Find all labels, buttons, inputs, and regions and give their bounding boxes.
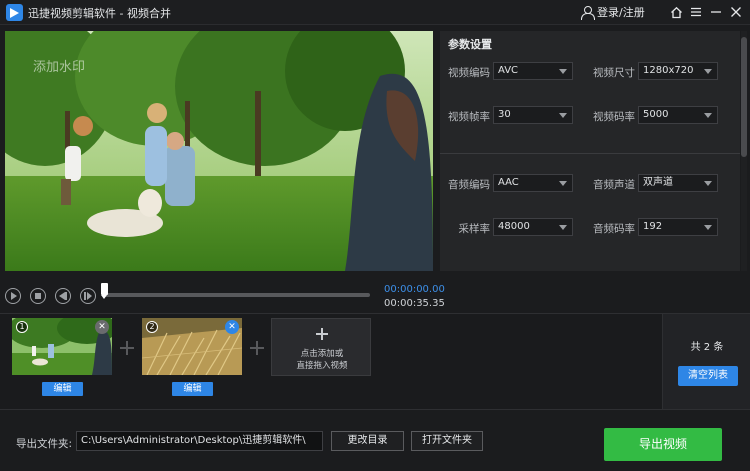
user-icon [581, 5, 595, 20]
list-panel: 共 2 条 清空列表 [662, 314, 750, 409]
video-size-label: 视频尺寸 [593, 67, 635, 79]
timeline-handle[interactable] [101, 283, 108, 299]
play-icon [11, 292, 17, 300]
video-preview[interactable]: 添加水印 [5, 31, 433, 271]
login-label: 登录/注册 [597, 6, 645, 19]
params-scrollbar[interactable] [741, 31, 747, 271]
frame-rate-value: 30 [498, 109, 511, 120]
menu-icon[interactable] [687, 3, 705, 21]
window-title: 迅捷视频剪辑软件 - 视频合并 [28, 7, 171, 20]
audio-channel-value: 双声道 [643, 177, 673, 188]
audio-bitrate-select[interactable]: 192 [638, 218, 718, 236]
audio-bitrate-label: 音频码率 [593, 223, 635, 235]
add-video-button[interactable]: 点击添加或 直接拖入视频 [271, 318, 371, 376]
audio-codec-value: AAC [498, 177, 519, 188]
add-video-line1: 点击添加或 [300, 349, 344, 359]
minimize-icon[interactable] [707, 3, 725, 21]
clip-2-edit-button[interactable]: 编辑 [172, 382, 213, 396]
params-divider [440, 153, 740, 154]
clip-2-delete-icon[interactable]: ✕ [225, 320, 239, 334]
video-codec-label: 视频编码 [448, 67, 490, 79]
watermark-label[interactable]: 添加水印 [33, 56, 85, 75]
video-size-select[interactable]: 1280x720 [638, 62, 718, 80]
next-frame-button[interactable] [80, 288, 96, 304]
clip-strip [0, 313, 750, 410]
current-time: 00:00:00.00 [384, 284, 445, 295]
clip-join-plus-icon [250, 341, 264, 355]
video-size-value: 1280x720 [643, 65, 694, 76]
video-bitrate-select[interactable]: 5000 [638, 106, 718, 124]
audio-codec-label: 音频编码 [448, 179, 490, 191]
open-folder-button[interactable]: 打开文件夹 [411, 431, 483, 451]
audio-codec-select[interactable]: AAC [493, 174, 573, 192]
clip-1-edit-button[interactable]: 编辑 [42, 382, 83, 396]
clip-2-number: 2 [146, 321, 158, 333]
clip-1-delete-icon[interactable]: ✕ [95, 320, 109, 334]
clip-join-plus-icon [120, 341, 134, 355]
step-forward-bar [84, 292, 86, 300]
audio-channel-label: 音频声道 [593, 179, 635, 191]
frame-rate-select[interactable]: 30 [493, 106, 573, 124]
login-button[interactable]: 登录/注册 [581, 4, 645, 20]
sample-rate-value: 48000 [498, 221, 530, 232]
video-codec-select[interactable]: AVC [493, 62, 573, 80]
video-bitrate-value: 5000 [643, 109, 669, 120]
params-panel: 参数设置 视频编码 AVC 视频尺寸 1280x720 视频帧率 30 视频码率… [440, 31, 740, 271]
add-video-line2: 直接拖入视频 [296, 361, 348, 371]
video-bitrate-label: 视频码率 [593, 111, 635, 123]
add-plus-icon [316, 328, 328, 340]
close-icon[interactable] [727, 3, 745, 21]
clip-count: 共 2 条 [690, 342, 724, 353]
stop-icon [35, 293, 41, 299]
sample-rate-label: 采样率 [458, 223, 491, 235]
stop-button[interactable] [30, 288, 46, 304]
prev-frame-button[interactable] [55, 288, 71, 304]
total-time: 00:00:35.35 [384, 298, 445, 309]
audio-bitrate-value: 192 [643, 221, 663, 232]
video-codec-value: AVC [498, 65, 519, 76]
clear-list-button[interactable]: 清空列表 [678, 366, 738, 386]
export-video-button[interactable]: 导出视频 [604, 428, 722, 461]
timeline-track[interactable] [104, 293, 370, 297]
home-icon[interactable] [667, 3, 685, 21]
sample-rate-select[interactable]: 48000 [493, 218, 573, 236]
step-forward-icon [87, 292, 92, 300]
app-logo-icon [6, 4, 23, 21]
output-path-field[interactable]: C:\Users\Administrator\Desktop\迅捷剪辑软件\ [76, 431, 323, 451]
output-folder-label: 导出文件夹: [16, 438, 73, 450]
params-title: 参数设置 [448, 38, 492, 51]
title-bar: 迅捷视频剪辑软件 - 视频合并 登录/注册 [0, 0, 750, 25]
frame-rate-label: 视频帧率 [448, 111, 490, 123]
params-scroll-thumb[interactable] [741, 37, 747, 157]
audio-channel-select[interactable]: 双声道 [638, 174, 718, 192]
change-directory-button[interactable]: 更改目录 [331, 431, 404, 451]
play-button[interactable] [5, 288, 21, 304]
step-back-bar [65, 292, 67, 300]
clip-1-number: 1 [16, 321, 28, 333]
